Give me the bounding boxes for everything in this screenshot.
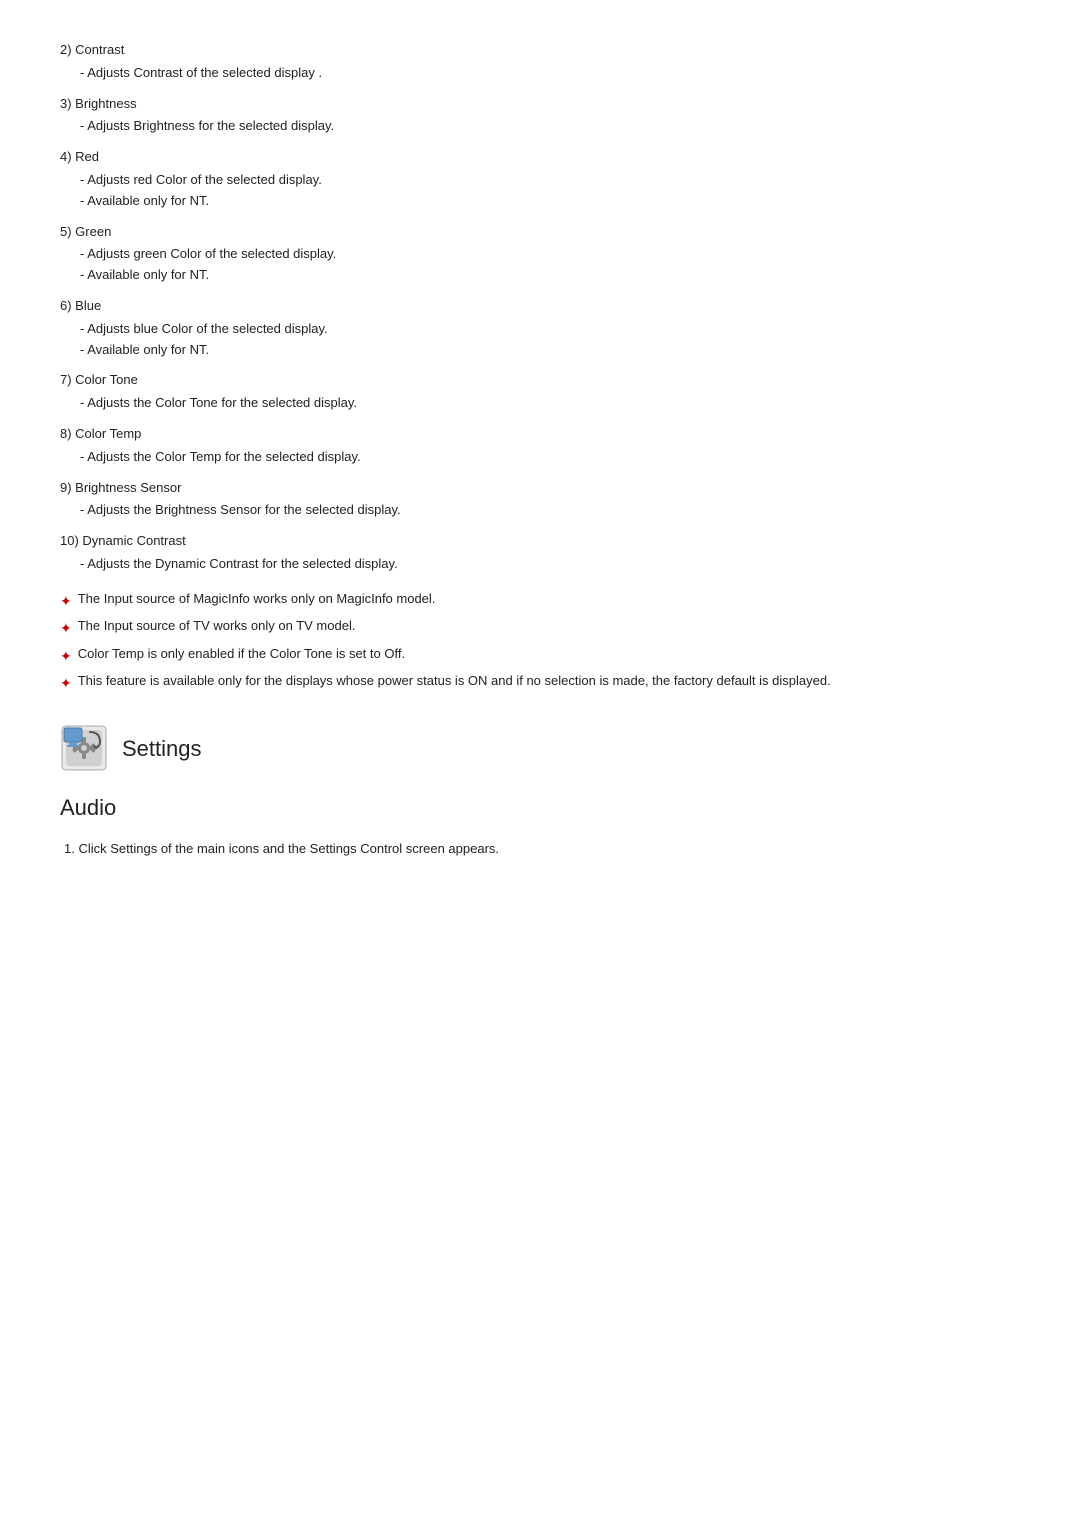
note-text: The Input source of MagicInfo works only… bbox=[78, 589, 436, 610]
item-descriptions: - Adjusts the Color Temp for the selecte… bbox=[60, 447, 1020, 468]
item-descriptions: - Adjusts red Color of the selected disp… bbox=[60, 170, 1020, 212]
section-title: Settings bbox=[122, 731, 202, 766]
subsection-title: Audio bbox=[60, 790, 1020, 825]
list-item: 9) Brightness Sensor- Adjusts the Bright… bbox=[60, 478, 1020, 522]
item-descriptions: - Adjusts green Color of the selected di… bbox=[60, 244, 1020, 286]
item-title: 7) Color Tone bbox=[60, 370, 1020, 391]
item-description-line: - Adjusts green Color of the selected di… bbox=[80, 244, 1020, 265]
numbered-items-list: 2) Contrast- Adjusts Contrast of the sel… bbox=[60, 40, 1020, 575]
list-item: 10) Dynamic Contrast- Adjusts the Dynami… bbox=[60, 531, 1020, 575]
list-item: 3) Brightness- Adjusts Brightness for th… bbox=[60, 94, 1020, 138]
list-item: 2) Contrast- Adjusts Contrast of the sel… bbox=[60, 40, 1020, 84]
item-title: 5) Green bbox=[60, 222, 1020, 243]
star-icon: ✦ bbox=[60, 645, 72, 667]
item-description-line: - Adjusts red Color of the selected disp… bbox=[80, 170, 1020, 191]
note-item: ✦ The Input source of TV works only on TV… bbox=[60, 616, 1020, 639]
item-title: 4) Red bbox=[60, 147, 1020, 168]
item-description-line: - Available only for NT. bbox=[80, 191, 1020, 212]
item-title: 3) Brightness bbox=[60, 94, 1020, 115]
list-item: 8) Color Temp- Adjusts the Color Temp fo… bbox=[60, 424, 1020, 468]
item-descriptions: - Adjusts the Color Tone for the selecte… bbox=[60, 393, 1020, 414]
note-item: ✦ The Input source of MagicInfo works onl… bbox=[60, 589, 1020, 612]
item-title: 9) Brightness Sensor bbox=[60, 478, 1020, 499]
note-text: Color Temp is only enabled if the Color … bbox=[78, 644, 405, 665]
item-description-line: - Available only for NT. bbox=[80, 340, 1020, 361]
item-description-line: - Adjusts Contrast of the selected displ… bbox=[80, 63, 1020, 84]
item-description-line: - Adjusts Brightness for the selected di… bbox=[80, 116, 1020, 137]
item-description-line: - Adjusts the Color Tone for the selecte… bbox=[80, 393, 1020, 414]
item-description-line: - Adjusts blue Color of the selected dis… bbox=[80, 319, 1020, 340]
item-description-line: - Adjusts the Dynamic Contrast for the s… bbox=[80, 554, 1020, 575]
star-icon: ✦ bbox=[60, 672, 72, 694]
item-descriptions: - Adjusts Contrast of the selected displ… bbox=[60, 63, 1020, 84]
item-description-line: - Adjusts the Brightness Sensor for the … bbox=[80, 500, 1020, 521]
item-title: 10) Dynamic Contrast bbox=[60, 531, 1020, 552]
item-description-line: - Adjusts the Color Temp for the selecte… bbox=[80, 447, 1020, 468]
list-item: 5) Green- Adjusts green Color of the sel… bbox=[60, 222, 1020, 286]
item-description-line: - Available only for NT. bbox=[80, 265, 1020, 286]
item-descriptions: - Adjusts the Dynamic Contrast for the s… bbox=[60, 554, 1020, 575]
list-item: 7) Color Tone- Adjusts the Color Tone fo… bbox=[60, 370, 1020, 414]
section-header: Settings bbox=[60, 724, 1020, 772]
note-text: The Input source of TV works only on TV … bbox=[78, 616, 356, 637]
note-item: ✦ Color Temp is only enabled if the Color… bbox=[60, 644, 1020, 667]
list-item: 6) Blue- Adjusts blue Color of the selec… bbox=[60, 296, 1020, 360]
notes-section: ✦ The Input source of MagicInfo works onl… bbox=[60, 589, 1020, 695]
item-descriptions: - Adjusts blue Color of the selected dis… bbox=[60, 319, 1020, 361]
note-item: ✦ This feature is available only for the … bbox=[60, 671, 1020, 694]
settings-icon bbox=[60, 724, 108, 772]
star-icon: ✦ bbox=[60, 617, 72, 639]
step-item: 1. Click Settings of the main icons and … bbox=[64, 839, 1020, 860]
item-title: 8) Color Temp bbox=[60, 424, 1020, 445]
star-icon: ✦ bbox=[60, 590, 72, 612]
steps-list: 1. Click Settings of the main icons and … bbox=[60, 839, 1020, 860]
item-descriptions: - Adjusts Brightness for the selected di… bbox=[60, 116, 1020, 137]
note-text: This feature is available only for the d… bbox=[78, 671, 831, 692]
list-item: 4) Red- Adjusts red Color of the selecte… bbox=[60, 147, 1020, 211]
item-title: 6) Blue bbox=[60, 296, 1020, 317]
item-descriptions: - Adjusts the Brightness Sensor for the … bbox=[60, 500, 1020, 521]
item-title: 2) Contrast bbox=[60, 40, 1020, 61]
